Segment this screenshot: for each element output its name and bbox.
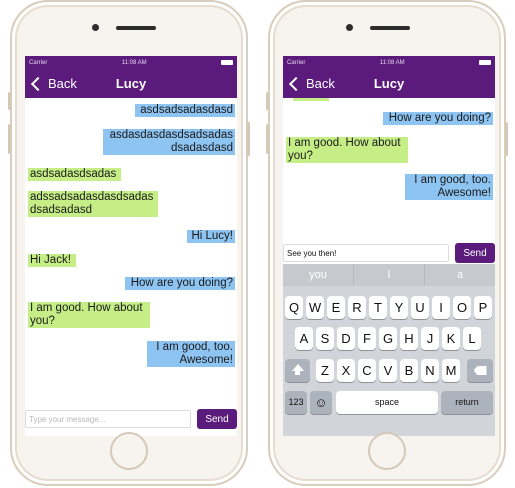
suggestion[interactable]: you <box>283 264 354 286</box>
home-button <box>368 432 406 470</box>
key-o[interactable]: O <box>453 296 471 319</box>
key-u[interactable]: U <box>411 296 429 319</box>
send-button[interactable]: Send <box>455 243 495 263</box>
key-c[interactable]: C <box>358 359 376 382</box>
speaker-slot <box>116 26 156 30</box>
shift-key[interactable] <box>285 359 310 382</box>
volume-up-button <box>8 124 11 154</box>
nav-bar: Back Lucy <box>25 69 237 98</box>
message-outgoing: How are you doing? <box>125 277 235 290</box>
key-b[interactable]: B <box>400 359 418 382</box>
numbers-key[interactable]: 123 <box>285 391 307 414</box>
screen: Carrier 11:08 AM Back Lucy How are you d… <box>283 56 495 436</box>
key-t[interactable]: T <box>369 296 387 319</box>
shift-icon <box>291 364 304 371</box>
back-label: Back <box>306 76 335 91</box>
key-v[interactable]: V <box>379 359 397 382</box>
key-r[interactable]: R <box>348 296 366 319</box>
message-outgoing: I am good, too. Awesome! <box>147 341 235 367</box>
message-outgoing: How are you doing? <box>383 112 493 125</box>
key-k[interactable]: K <box>442 327 460 350</box>
message-incoming: asdsadasdsadas <box>28 168 121 181</box>
carrier-label: Carrier <box>29 59 48 66</box>
home-button <box>110 432 148 470</box>
key-i[interactable]: I <box>432 296 450 319</box>
key-a[interactable]: A <box>295 327 313 350</box>
battery-icon <box>221 60 233 65</box>
message-outgoing: asdasdasdasdsadsadasdsadasdasd <box>103 129 235 155</box>
time-label: 11:08 AM <box>121 59 147 66</box>
back-button[interactable]: Back <box>30 69 77 98</box>
key-l[interactable]: L <box>463 327 481 350</box>
key-w[interactable]: W <box>306 296 324 319</box>
send-button[interactable]: Send <box>197 409 237 429</box>
message-incoming: I am good. How about you? <box>286 137 408 163</box>
message-incoming: adssadsadasdasdsadasdsadsadasd <box>28 191 158 217</box>
key-z[interactable]: Z <box>316 359 334 382</box>
nav-bar: Back Lucy <box>283 69 495 98</box>
carrier-label: Carrier <box>287 59 306 66</box>
camera-dot <box>346 24 353 31</box>
back-label: Back <box>48 76 77 91</box>
key-n[interactable]: N <box>421 359 439 382</box>
message-input-bar: Send <box>25 407 237 433</box>
key-d[interactable]: D <box>337 327 355 350</box>
battery-icon <box>479 60 491 65</box>
backspace-key[interactable] <box>467 359 493 382</box>
key-j[interactable]: J <box>421 327 439 350</box>
message-incoming-partial <box>293 98 329 101</box>
back-button[interactable]: Back <box>288 69 335 98</box>
return-key[interactable]: return <box>441 391 493 414</box>
backspace-icon <box>473 366 487 375</box>
message-incoming: I am good. How about you? <box>28 302 150 328</box>
message-input[interactable] <box>283 244 449 262</box>
mute-switch <box>8 92 11 110</box>
key-g[interactable]: G <box>379 327 397 350</box>
emoji-key[interactable]: ☺ <box>310 391 332 414</box>
key-y[interactable]: Y <box>390 296 408 319</box>
screen: Carrier 11:08 AM Back Lucy asdsadsadasda… <box>25 56 237 436</box>
chevron-left-icon <box>30 76 46 91</box>
key-p[interactable]: P <box>474 296 492 319</box>
camera-dot <box>92 24 99 31</box>
speaker-slot <box>370 26 410 30</box>
key-s[interactable]: S <box>316 327 334 350</box>
space-key[interactable]: space <box>336 391 438 414</box>
mute-switch <box>266 92 269 110</box>
key-f[interactable]: F <box>358 327 376 350</box>
message-outgoing: asdsadsadasdasd <box>135 104 235 117</box>
key-m[interactable]: M <box>442 359 460 382</box>
key-q[interactable]: Q <box>285 296 303 319</box>
chevron-left-icon <box>288 76 304 91</box>
phone-right: Carrier 11:08 AM Back Lucy How are you d… <box>266 0 508 486</box>
emoji-icon: ☺ <box>314 395 328 410</box>
key-h[interactable]: H <box>400 327 418 350</box>
volume-up-button <box>266 124 269 154</box>
key-e[interactable]: E <box>327 296 345 319</box>
phone-left: Carrier 11:08 AM Back Lucy asdsadsadasda… <box>8 0 250 486</box>
time-label: 11:08 AM <box>379 59 405 66</box>
key-x[interactable]: X <box>337 359 355 382</box>
message-outgoing: I am good, too. Awesome! <box>405 174 493 200</box>
suggestion[interactable]: I <box>354 264 425 286</box>
power-button <box>247 122 250 156</box>
suggestion[interactable]: a <box>425 264 495 286</box>
status-bar: Carrier 11:08 AM <box>283 56 495 69</box>
message-incoming: Hi Jack! <box>28 254 76 267</box>
status-bar: Carrier 11:08 AM <box>25 56 237 69</box>
message-outgoing: Hi Lucy! <box>187 230 235 243</box>
message-input[interactable] <box>25 410 191 428</box>
power-button <box>505 122 508 156</box>
keyboard: you I a Q W E R T Y U I O P A S D F G H … <box>283 264 495 436</box>
suggestion-bar: you I a <box>283 264 495 286</box>
